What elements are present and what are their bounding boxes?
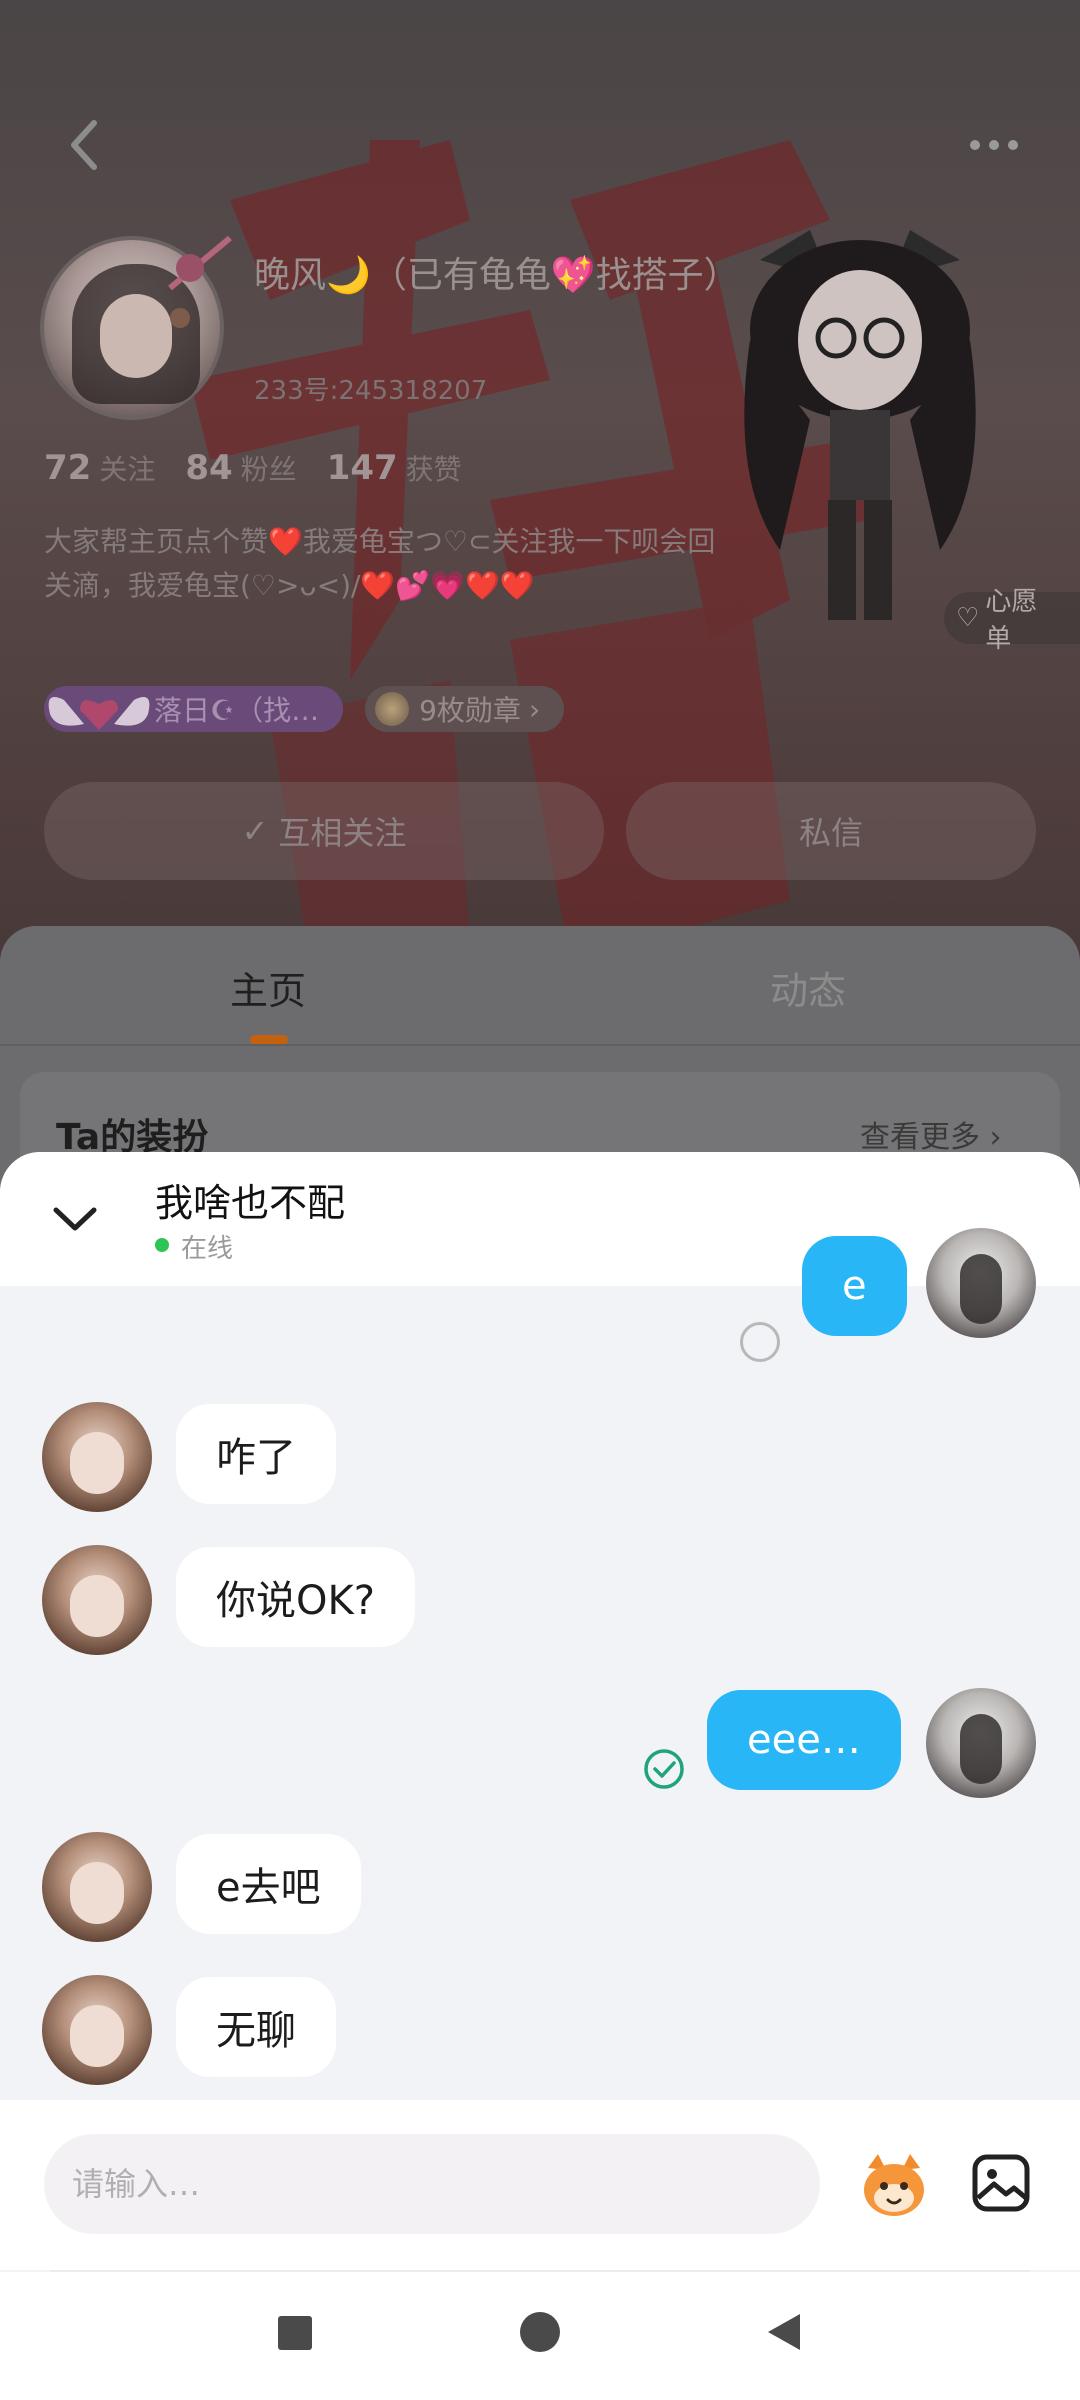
title-badge-label: 落日☪（找…	[154, 694, 320, 727]
direct-message-label: 私信	[798, 814, 863, 852]
title-badge[interactable]: 落日☪（找…	[44, 686, 344, 732]
check-icon: ✓	[241, 812, 269, 850]
direct-message-button[interactable]: 私信	[626, 782, 1036, 880]
chat-contact-name: 我啥也不配	[155, 1181, 346, 1225]
stat-followers-count: 84	[185, 448, 233, 488]
heart-wings-icon	[48, 697, 150, 730]
message-bubble-outgoing[interactable]: eee…	[707, 1690, 901, 1790]
contact-avatar[interactable]	[42, 1545, 152, 1655]
contact-avatar[interactable]	[42, 1975, 152, 2085]
message-bubble-incoming[interactable]: 咋了	[176, 1404, 336, 1504]
profile-nickname: 晚风🌙（已有龟龟💖找搭子）	[254, 255, 740, 296]
mutual-follow-label: 互相关注	[278, 814, 407, 852]
stat-following[interactable]: 72 关注	[44, 448, 155, 488]
chevron-left-icon[interactable]	[60, 115, 110, 175]
medal-badge[interactable]: 9枚勋章 ›	[365, 686, 565, 732]
contact-avatar[interactable]	[42, 1402, 152, 1512]
medal-icon	[375, 692, 410, 726]
profile-stats: 72 关注 84 粉丝 147 获赞	[44, 448, 462, 488]
chevron-right-icon: ›	[528, 692, 541, 726]
stat-likes-label: 获赞	[405, 453, 462, 486]
my-avatar[interactable]	[926, 1228, 1036, 1338]
message-input[interactable]	[44, 2134, 820, 2234]
tab-feed[interactable]: 动态	[770, 960, 846, 1015]
stat-followers-label: 粉丝	[240, 453, 297, 486]
message-bubble-incoming[interactable]: 无聊	[176, 1977, 336, 2077]
stat-likes-count: 147	[326, 448, 398, 488]
home-icon[interactable]	[520, 2312, 560, 2352]
mutual-follow-button[interactable]: ✓ 互相关注	[44, 782, 604, 880]
tab-divider	[0, 1044, 1080, 1046]
my-avatar[interactable]	[926, 1688, 1036, 1798]
profile-uid: 233号:245318207	[254, 376, 488, 406]
chat-header: 我啥也不配 在线	[0, 1152, 1080, 1286]
heart-outline-icon: ♡	[956, 603, 980, 633]
stat-following-count: 72	[44, 448, 92, 488]
wishlist-label: 心愿单	[985, 587, 1038, 654]
stat-followers[interactable]: 84 粉丝	[185, 448, 296, 488]
wishlist-button[interactable]: ♡ 心愿单	[944, 587, 1080, 654]
contact-avatar[interactable]	[42, 1832, 152, 1942]
online-status-dot	[155, 1238, 169, 1252]
message-status-sent-icon	[740, 1322, 780, 1362]
back-triangle-icon[interactable]	[762, 2310, 806, 2354]
emoji-mascot-icon[interactable]	[856, 2148, 932, 2224]
medal-badge-label: 9枚勋章	[419, 694, 521, 727]
recent-apps-icon[interactable]	[278, 2316, 312, 2350]
badge-row: 落日☪（找… 9枚勋章 ›	[44, 686, 565, 732]
profile-bio: 大家帮主页点个赞❤️我爱龟宝つ♡⊂关注我一下呗会回关滴，我爱龟宝(♡>ᴗ<)/❤…	[44, 525, 716, 602]
avatar-frame-decoration-icon	[168, 235, 232, 328]
more-dots-icon[interactable]	[970, 130, 1030, 160]
message-read-check-icon	[644, 1749, 684, 1789]
chevron-down-icon[interactable]	[50, 1200, 100, 1240]
message-bubble-incoming[interactable]: 你说OK?	[176, 1547, 415, 1647]
outfit-see-more-link[interactable]: 查看更多 ›	[860, 1112, 1002, 1156]
stat-following-label: 关注	[99, 453, 156, 486]
tab-home[interactable]: 主页	[230, 960, 306, 1015]
message-bubble-outgoing[interactable]: e	[802, 1236, 907, 1336]
stat-likes[interactable]: 147 获赞	[327, 448, 462, 488]
online-status-text: 在线	[181, 1234, 234, 1264]
avatar-character-image	[744, 230, 976, 620]
message-bubble-incoming[interactable]: e去吧	[176, 1834, 361, 1934]
image-icon[interactable]	[970, 2152, 1032, 2214]
